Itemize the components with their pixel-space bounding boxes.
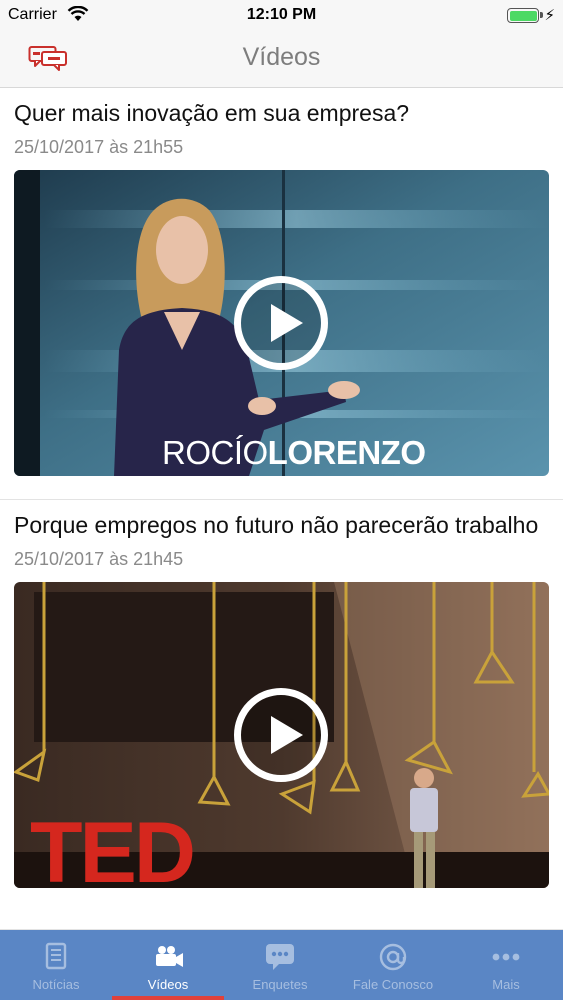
video-headline[interactable]: Quer mais inovação em sua empresa? (14, 98, 549, 129)
clock: 12:10 PM (246, 6, 317, 23)
active-tab-indicator (112, 996, 224, 1000)
video-camera-icon (156, 946, 183, 967)
video-date: 25/10/2017 às 21h55 (14, 137, 184, 157)
tab-label: Enquetes (252, 977, 308, 992)
poll-bubble-icon (266, 944, 294, 970)
speaker-first-name: ROCÍO (162, 434, 268, 471)
tab-label: Mais (492, 977, 520, 992)
tab-videos[interactable]: Vídeos (112, 930, 224, 1000)
video-card[interactable]: Quer mais inovação em sua empresa? 25/10… (0, 88, 563, 500)
newspaper-icon (45, 942, 67, 970)
status-bar: Carrier 12:10 PM ⚡ (0, 0, 563, 30)
tab-mais[interactable]: Mais (450, 930, 562, 1000)
play-icon (271, 304, 303, 342)
tab-label: Notícias (32, 977, 80, 992)
play-button[interactable] (234, 688, 328, 782)
more-dots-icon (492, 953, 520, 961)
tab-bar: Notícias Vídeos Enquetes Fale Conosco Ma… (0, 930, 563, 1000)
charging-bolt-icon: ⚡ (544, 7, 555, 24)
speaker-last-name: LORENZO (267, 434, 426, 471)
video-thumbnail[interactable]: ROCÍOLORENZO (14, 170, 549, 476)
svg-text:TED: TED (30, 805, 193, 888)
at-sign-icon (379, 943, 407, 971)
speaker-name-caption: ROCÍOLORENZO (162, 434, 426, 472)
video-date: 25/10/2017 às 21h45 (14, 549, 184, 569)
video-headline[interactable]: Porque empregos no futuro não parecerão … (14, 510, 549, 541)
tab-noticias[interactable]: Notícias (0, 930, 112, 1000)
battery-icon (507, 8, 539, 23)
page-title: Vídeos (242, 43, 321, 71)
video-feed[interactable]: Quer mais inovação em sua empresa? 25/10… (0, 88, 563, 930)
navigation-bar: Vídeos (0, 30, 563, 88)
battery-tip (540, 12, 543, 18)
video-thumbnail[interactable]: TED (14, 582, 549, 888)
play-button[interactable] (234, 276, 328, 370)
video-card[interactable]: Porque empregos no futuro não parecerão … (0, 500, 563, 930)
tab-fale-conosco[interactable]: Fale Conosco (337, 930, 449, 1000)
tab-enquetes[interactable]: Enquetes (224, 930, 336, 1000)
play-icon (271, 716, 303, 754)
tab-label: Vídeos (147, 977, 189, 992)
tab-label: Fale Conosco (352, 977, 434, 992)
